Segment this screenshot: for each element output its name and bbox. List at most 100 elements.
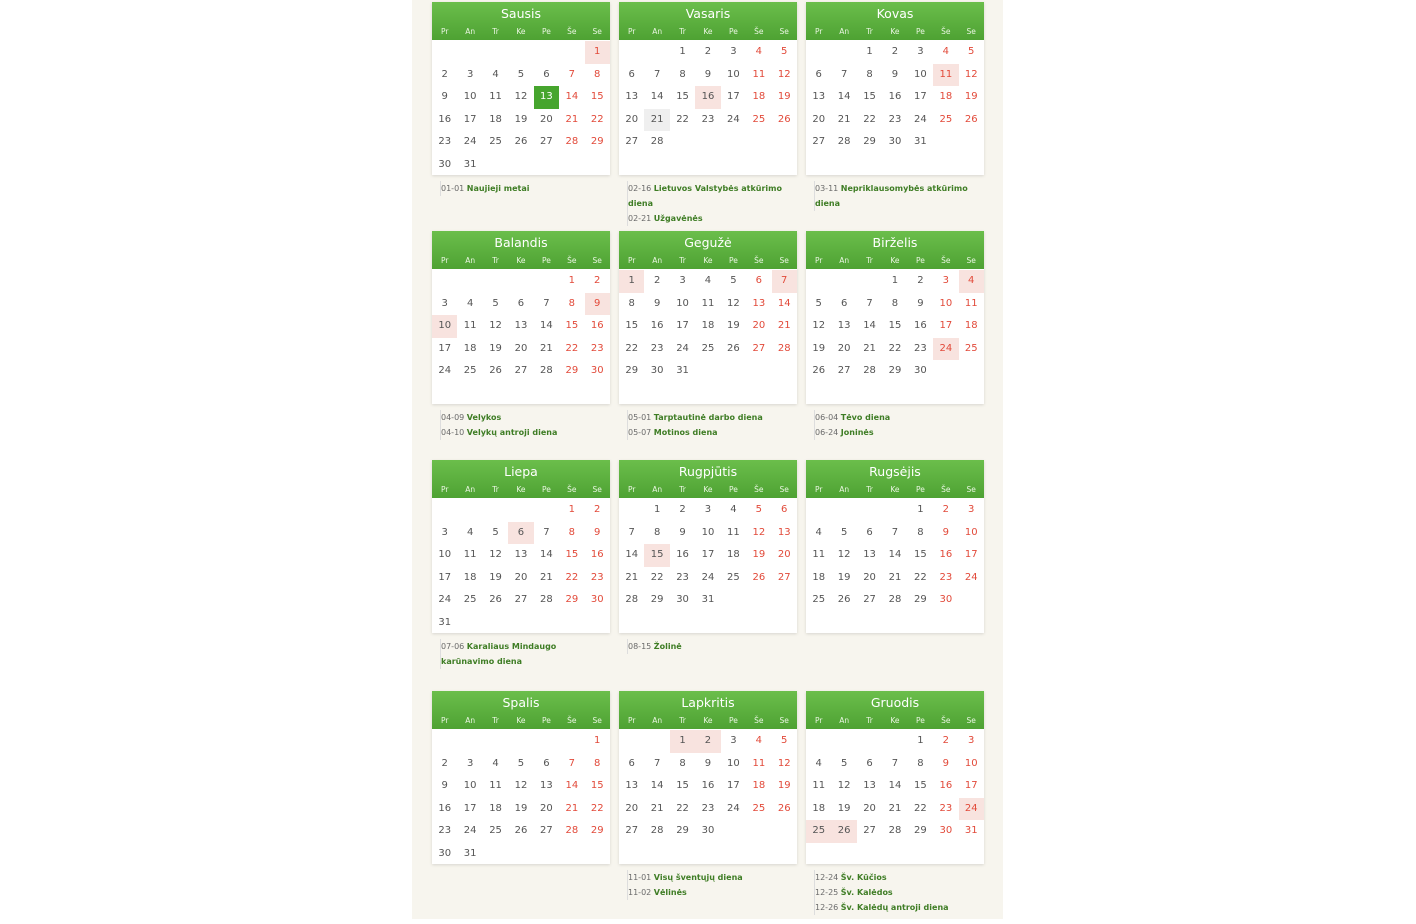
day-cell[interactable]: 6 [508,521,534,544]
day-cell[interactable]: 27 [806,131,831,154]
day-cell[interactable]: 22 [670,109,695,132]
day-cell[interactable]: 5 [831,522,856,545]
day-cell[interactable]: 24 [432,589,457,612]
day-cell[interactable]: 27 [508,360,533,383]
day-cell[interactable]: 29 [619,360,644,383]
day-cell[interactable]: 29 [644,589,669,612]
day-cell[interactable]: 4 [457,522,482,545]
day-cell[interactable]: 29 [559,360,584,383]
day-cell[interactable]: 23 [432,131,457,154]
day-cell[interactable]: 13 [746,293,771,316]
day-cell[interactable]: 11 [457,544,482,567]
day-cell[interactable]: 7 [534,293,559,316]
day-cell[interactable]: 6 [831,293,856,316]
day-cell[interactable]: 24 [721,798,746,821]
day-cell[interactable]: 3 [908,41,933,64]
day-cell[interactable]: 9 [882,64,907,87]
day-cell[interactable]: 30 [695,820,720,843]
day-cell[interactable]: 23 [585,338,610,361]
day-cell[interactable]: 15 [908,544,933,567]
day-cell[interactable]: 4 [746,41,771,64]
day-cell[interactable]: 27 [857,820,882,843]
day-cell[interactable]: 4 [933,41,958,64]
day-cell[interactable]: 16 [933,775,958,798]
day-cell[interactable]: 1 [670,41,695,64]
day-cell[interactable]: 12 [508,775,533,798]
day-cell[interactable]: 3 [457,753,482,776]
day-cell[interactable]: 22 [908,798,933,821]
day-cell[interactable]: 23 [585,567,610,590]
day-cell[interactable]: 17 [933,315,958,338]
day-cell[interactable]: 25 [695,338,720,361]
day-cell[interactable]: 24 [908,109,933,132]
day-cell[interactable]: 20 [806,109,831,132]
day-cell[interactable]: 13 [508,315,533,338]
day-cell[interactable]: 28 [644,820,669,843]
day-cell[interactable]: 13 [619,775,644,798]
day-cell[interactable]: 5 [831,753,856,776]
day-cell[interactable]: 20 [857,798,882,821]
day-cell[interactable]: 5 [483,522,508,545]
day-cell[interactable]: 12 [772,753,797,776]
day-cell[interactable]: 15 [670,775,695,798]
day-cell[interactable]: 15 [670,86,695,109]
day-cell[interactable]: 27 [831,360,856,383]
day-cell[interactable]: 28 [857,360,882,383]
day-cell[interactable]: 5 [483,293,508,316]
day-cell[interactable]: 27 [772,567,797,590]
day-cell[interactable]: 25 [721,567,746,590]
day-cell[interactable]: 18 [746,86,771,109]
day-cell[interactable]: 4 [457,293,482,316]
day-cell[interactable]: 30 [432,843,457,866]
day-cell[interactable]: 9 [432,86,457,109]
day-cell[interactable]: 20 [508,338,533,361]
day-cell[interactable]: 2 [933,730,958,753]
day-cell[interactable]: 15 [908,775,933,798]
day-cell[interactable]: 15 [857,86,882,109]
day-cell[interactable]: 30 [585,360,610,383]
day-cell[interactable]: 10 [933,293,958,316]
day-cell[interactable]: 6 [619,753,644,776]
day-cell[interactable]: 8 [559,522,584,545]
holiday-name[interactable]: Užgavėnės [654,214,703,223]
day-cell[interactable]: 8 [585,753,610,776]
holiday-name[interactable]: Tėvo diena [841,413,890,422]
day-cell[interactable]: 9 [933,522,958,545]
day-cell[interactable]: 9 [933,753,958,776]
day-cell[interactable]: 22 [670,798,695,821]
day-cell[interactable]: 2 [670,499,695,522]
holiday-name[interactable]: Žolinė [654,642,682,651]
day-cell[interactable]: 14 [882,544,907,567]
day-cell[interactable]: 11 [933,63,959,86]
day-cell[interactable]: 19 [772,775,797,798]
day-cell[interactable]: 21 [534,338,559,361]
day-cell[interactable]: 17 [457,109,482,132]
day-cell[interactable]: 5 [746,499,771,522]
day-cell[interactable]: 7 [644,753,669,776]
day-cell[interactable]: 18 [483,109,508,132]
day-cell[interactable]: 17 [432,338,457,361]
day-cell[interactable]: 17 [670,315,695,338]
day-cell[interactable]: 13 [619,86,644,109]
day-cell[interactable]: 4 [695,270,720,293]
day-cell[interactable]: 27 [534,820,559,843]
day-cell[interactable]: 28 [882,820,907,843]
today-day-cell[interactable]: 13 [533,86,560,109]
day-cell[interactable]: 29 [882,360,907,383]
day-cell[interactable]: 11 [746,753,771,776]
day-cell[interactable]: 12 [831,775,856,798]
day-cell[interactable]: 25 [806,589,831,612]
day-cell[interactable]: 30 [644,360,669,383]
day-cell[interactable]: 13 [857,775,882,798]
day-cell[interactable]: 26 [959,109,984,132]
day-cell[interactable]: 15 [585,86,610,109]
day-cell[interactable]: 27 [857,589,882,612]
day-cell[interactable]: 10 [457,86,482,109]
day-cell[interactable]: 7 [771,270,797,293]
day-cell[interactable]: 14 [831,86,856,109]
day-cell[interactable]: 20 [534,109,559,132]
day-cell[interactable]: 17 [908,86,933,109]
day-cell[interactable]: 15 [882,315,907,338]
day-cell[interactable]: 7 [882,753,907,776]
day-cell[interactable]: 27 [508,589,533,612]
